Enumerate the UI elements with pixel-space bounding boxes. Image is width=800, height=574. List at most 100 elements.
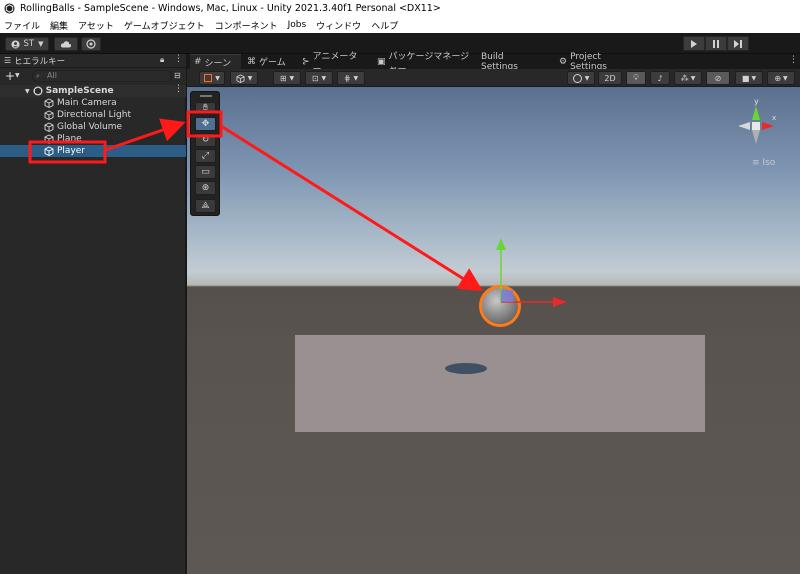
render-mode-dropdown[interactable]: ▼ xyxy=(230,71,258,85)
projection-label[interactable]: ≡ Iso xyxy=(752,158,775,168)
cloud-button[interactable] xyxy=(54,37,78,51)
view-options-dropdown[interactable]: ▼ xyxy=(567,71,595,85)
search-filter-icon[interactable]: ⊟ xyxy=(174,71,181,80)
y-cone-icon[interactable] xyxy=(752,106,760,120)
tab-game[interactable]: ⌘ ゲーム xyxy=(243,54,295,69)
hierarchy-tab[interactable]: ☰ ヒエラルキー 🔒︎ ⋮ xyxy=(0,54,186,68)
camera-settings-dropdown[interactable]: ■ ▼ xyxy=(735,71,763,85)
tab-scene[interactable]: # シーン xyxy=(190,54,241,69)
snap-icon: ⊡ xyxy=(311,73,319,83)
tabs-more-icon[interactable]: ⋮ xyxy=(789,55,798,65)
account-button[interactable]: ST ▼ xyxy=(5,37,49,51)
menu-component[interactable]: コンポーネント xyxy=(215,19,278,32)
tab-project-settings[interactable]: ⚙ Project Settings xyxy=(555,52,639,72)
play-icon xyxy=(691,39,697,48)
snap-increment-dropdown[interactable]: ⊡ ▼ xyxy=(305,71,333,85)
x-arrow-icon[interactable] xyxy=(553,297,567,307)
move-tool[interactable]: ✥ xyxy=(195,117,216,131)
gamepad-icon: ⌘ xyxy=(247,56,256,67)
tab-build-settings[interactable]: Build Settings xyxy=(477,52,541,72)
chevron-down-icon: ▼ xyxy=(751,74,757,82)
grid-snapping-dropdown[interactable]: ⊞ ▼ xyxy=(273,71,301,85)
hierarchy-item-plane[interactable]: Plane xyxy=(0,133,186,145)
gameobject-cube-icon xyxy=(44,98,54,108)
cloud-icon xyxy=(60,41,72,48)
move-gizmo[interactable] xyxy=(490,236,570,308)
draw-mode-dropdown[interactable]: ▼ xyxy=(199,71,225,85)
step-button[interactable] xyxy=(727,36,749,51)
hierarchy-item-directional-light[interactable]: Directional Light xyxy=(0,109,186,121)
editor-tab-strip: # シーン ⌘ ゲーム ⊱ アニメーター ▣ パッケージマネージャー Build… xyxy=(187,52,800,75)
gameobject-cube-icon xyxy=(44,134,54,144)
item-label: Main Camera xyxy=(57,98,117,108)
toggle-2d-button[interactable]: 2D xyxy=(598,71,622,85)
menu-gameobject[interactable]: ゲームオブジェクト xyxy=(124,19,205,32)
more-menu-icon[interactable]: ⋮ xyxy=(174,54,183,64)
chevron-down-icon: ▼ xyxy=(215,74,220,82)
gizmo-y-label: y xyxy=(754,97,759,106)
rect-icon: ▭ xyxy=(201,167,210,177)
scene-viewport[interactable] xyxy=(187,87,800,574)
animator-icon: ⊱ xyxy=(302,56,310,67)
transform-tool[interactable]: ⊛ xyxy=(195,181,216,195)
scene-row[interactable]: ▼ SampleScene ⋮ xyxy=(0,84,186,97)
play-button[interactable] xyxy=(683,36,705,51)
move-icon: ✥ xyxy=(201,119,210,129)
lighting-toggle[interactable]: 💡︎ xyxy=(626,71,646,85)
collab-button[interactable] xyxy=(81,37,101,51)
rotate-icon: ↻ xyxy=(201,135,210,145)
expand-arrow-icon[interactable]: ▼ xyxy=(25,88,30,95)
effects-dropdown[interactable]: ⁂ ▼ xyxy=(674,71,702,85)
hierarchy-item-player[interactable]: Player xyxy=(0,145,186,157)
chevron-down-icon: ▼ xyxy=(38,40,44,48)
rotate-tool[interactable]: ↻ xyxy=(195,133,216,147)
xy-plane-handle[interactable] xyxy=(501,290,513,302)
cube-icon xyxy=(236,73,245,83)
menu-jobs[interactable]: Jobs xyxy=(288,20,307,30)
package-icon: ▣ xyxy=(377,56,386,67)
hierarchy-search-input[interactable]: ⌕ All xyxy=(32,70,172,82)
rect-tool[interactable]: ▭ xyxy=(195,165,216,179)
scene-name: SampleScene xyxy=(45,86,114,96)
center-cube-icon[interactable] xyxy=(752,122,760,130)
chevron-down-icon[interactable]: ▼ xyxy=(15,72,20,79)
search-icon: ⌕ xyxy=(36,72,40,80)
menu-window[interactable]: ウィンドウ xyxy=(316,19,361,32)
hierarchy-item-global-volume[interactable]: Global Volume xyxy=(0,121,186,133)
neg-x-cone-icon[interactable] xyxy=(738,122,750,130)
scene-toolbar: ▼ ▼ ⊞ ▼ ⊡ ▼ ⋕ ▼ ▼ 2D 💡︎ ♪ ⁂ ▼ ⊘ ■ ▼ ⊕ ▼ xyxy=(187,69,800,87)
custom-tool[interactable]: ⟁ xyxy=(195,199,216,213)
menu-assets[interactable]: アセット xyxy=(78,19,114,32)
plane-object[interactable] xyxy=(295,335,705,432)
x-cone-icon[interactable] xyxy=(762,122,774,130)
gizmos-dropdown[interactable]: ⊕ ▼ xyxy=(767,71,795,85)
menu-lines-icon: ≡ xyxy=(752,158,760,168)
pause-button[interactable] xyxy=(705,36,727,51)
item-label: Player xyxy=(57,146,86,156)
hand-tool[interactable]: ✋︎ xyxy=(195,102,216,114)
item-label: Directional Light xyxy=(57,110,131,120)
chevron-down-icon: ▼ xyxy=(783,74,788,82)
audio-toggle[interactable]: ♪ xyxy=(650,71,670,85)
hierarchy-item-main-camera[interactable]: Main Camera xyxy=(0,97,186,109)
lock-icon[interactable]: 🔒︎ xyxy=(160,55,164,65)
tab-animator[interactable]: ⊱ アニメーター xyxy=(298,52,370,75)
tab-label: ゲーム xyxy=(259,58,286,68)
scene-more-icon[interactable]: ⋮ xyxy=(174,84,183,94)
orientation-gizmo[interactable]: y x xyxy=(734,96,780,156)
scale-tool[interactable]: ⤢ xyxy=(195,149,216,163)
grid-icon: ⊞ xyxy=(279,73,287,83)
menu-file[interactable]: ファイル xyxy=(4,19,40,32)
menu-edit[interactable]: 編集 xyxy=(50,19,68,32)
chevron-down-icon: ▼ xyxy=(289,74,295,82)
tab-package-manager[interactable]: ▣ パッケージマネージャー xyxy=(373,52,477,75)
menu-help[interactable]: ヘルプ xyxy=(371,19,398,32)
scene-visibility-toggle[interactable]: ⊘ xyxy=(706,71,730,85)
window-title: RollingBalls - SampleScene - Windows, Ma… xyxy=(20,3,441,14)
tool-palette: ✋︎ ✥ ↻ ⤢ ▭ ⊛ ⟁ xyxy=(190,91,220,216)
y-arrow-icon[interactable] xyxy=(496,238,506,250)
drag-handle[interactable] xyxy=(200,95,212,97)
add-icon[interactable]: + xyxy=(5,69,15,83)
increment-snap-dropdown[interactable]: ⋕ ▼ xyxy=(337,71,365,85)
neg-y-cone-icon[interactable] xyxy=(752,130,760,144)
